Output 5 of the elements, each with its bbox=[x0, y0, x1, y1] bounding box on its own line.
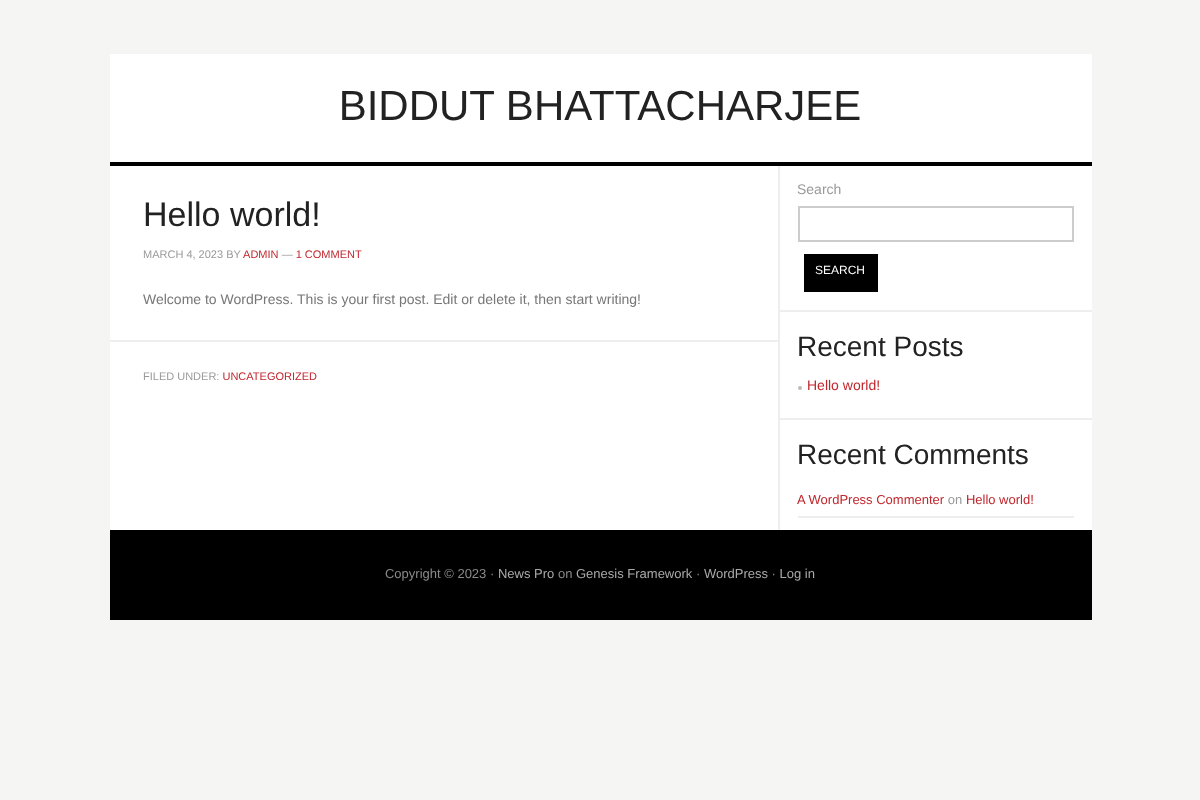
post-title[interactable]: Hello world! bbox=[143, 194, 743, 237]
search-field[interactable] bbox=[797, 205, 1073, 241]
site-title[interactable]: BIDDUT BHATTACHARJEE bbox=[338, 76, 862, 140]
widget-title: Recent Comments bbox=[797, 436, 1031, 474]
widget-title: Recent Posts bbox=[797, 327, 966, 365]
